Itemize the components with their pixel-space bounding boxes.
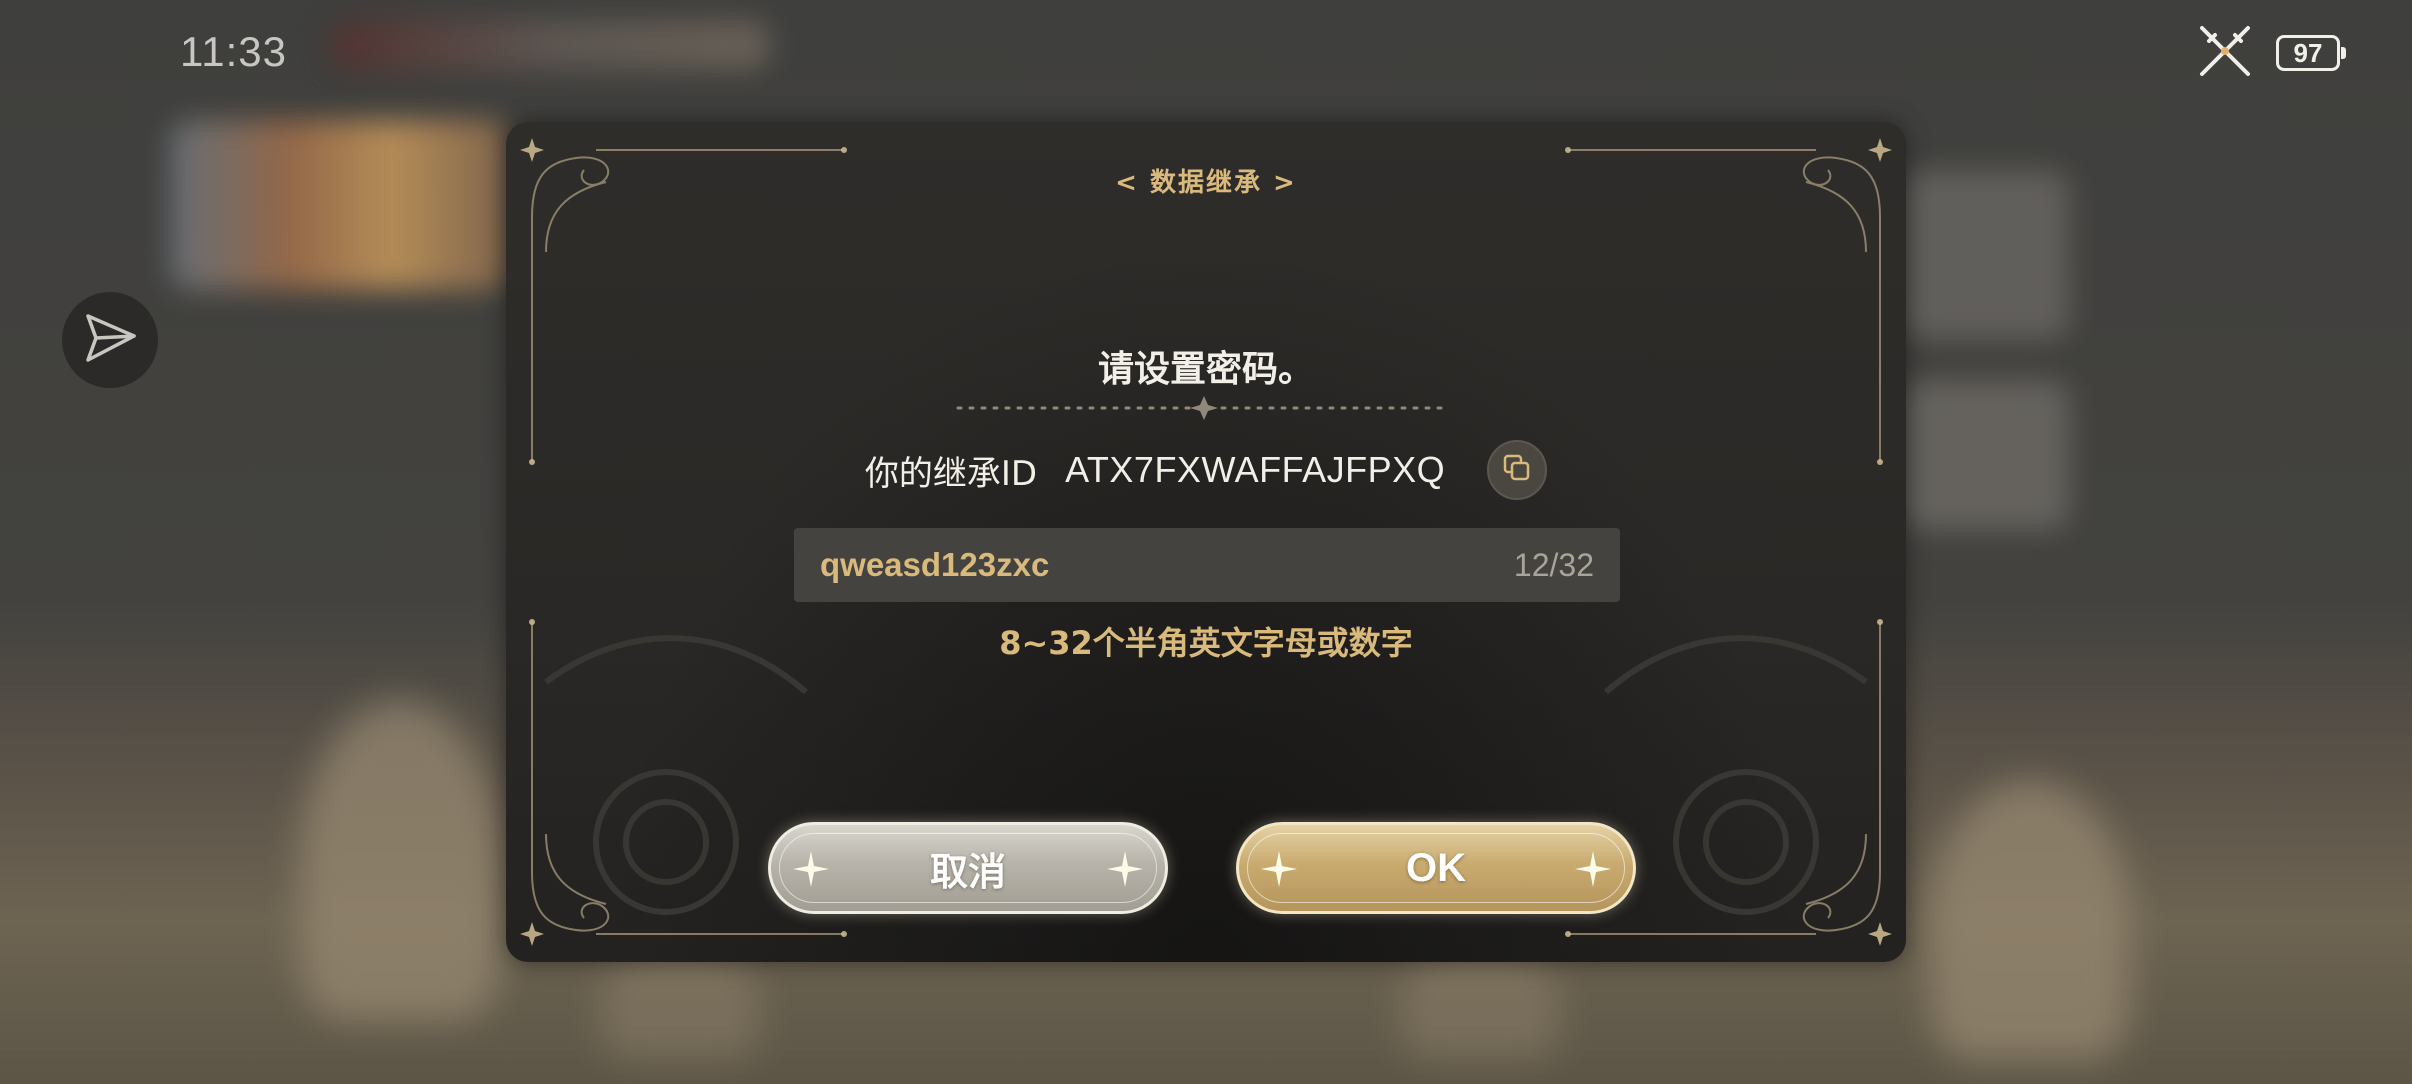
battery-level: 97 — [2293, 37, 2323, 68]
background-character — [300, 700, 500, 1020]
copy-id-button[interactable] — [1487, 440, 1548, 500]
background-event-banner — [170, 120, 510, 290]
sparkle-icon — [1107, 851, 1143, 887]
ok-button-label: OK — [1406, 845, 1466, 890]
sparkle-icon — [1575, 851, 1611, 887]
background-top-strip — [330, 20, 770, 70]
ok-button[interactable]: OK — [1236, 822, 1636, 914]
crossed-swords-icon — [2196, 22, 2254, 84]
data-inheritance-dialog: < 数据继承 > 请设置密码。 你的继承ID ATX7FXWAFFAJFPXQ … — [506, 122, 1906, 962]
sparkle-icon — [1261, 851, 1297, 887]
password-value: qweasd123zxc — [820, 546, 1050, 583]
background-side-card — [1900, 380, 2070, 530]
inheritance-id-value: ATX7FXWAFFAJFPXQ — [1065, 449, 1446, 490]
status-bar-right: 97 — [2196, 22, 2346, 84]
cancel-button[interactable]: 取消 — [768, 822, 1168, 914]
dialog-heading: 请设置密码。 — [1097, 349, 1314, 390]
cancel-button-label: 取消 — [929, 849, 1006, 894]
status-time: 11:33 — [180, 28, 287, 75]
password-input[interactable]: qweasd123zxc 12/32 — [794, 528, 1620, 602]
password-char-counter: 12/32 — [1513, 546, 1594, 583]
password-hint: 8~32个半角英文字母或数字 — [999, 624, 1413, 662]
dialog-title: < 数据继承 > — [1115, 168, 1297, 198]
share-button[interactable] — [62, 292, 158, 388]
send-icon — [80, 308, 140, 372]
inheritance-id-label: 你的继承ID — [864, 453, 1038, 494]
background-character — [1930, 780, 2130, 1060]
battery-indicator: 97 — [2276, 35, 2346, 71]
inheritance-id-row: 你的继承ID ATX7FXWAFFAJFPXQ — [506, 440, 1906, 500]
sparkle-icon — [793, 851, 829, 887]
background-side-card — [1900, 170, 2070, 340]
copy-icon — [1501, 452, 1533, 488]
